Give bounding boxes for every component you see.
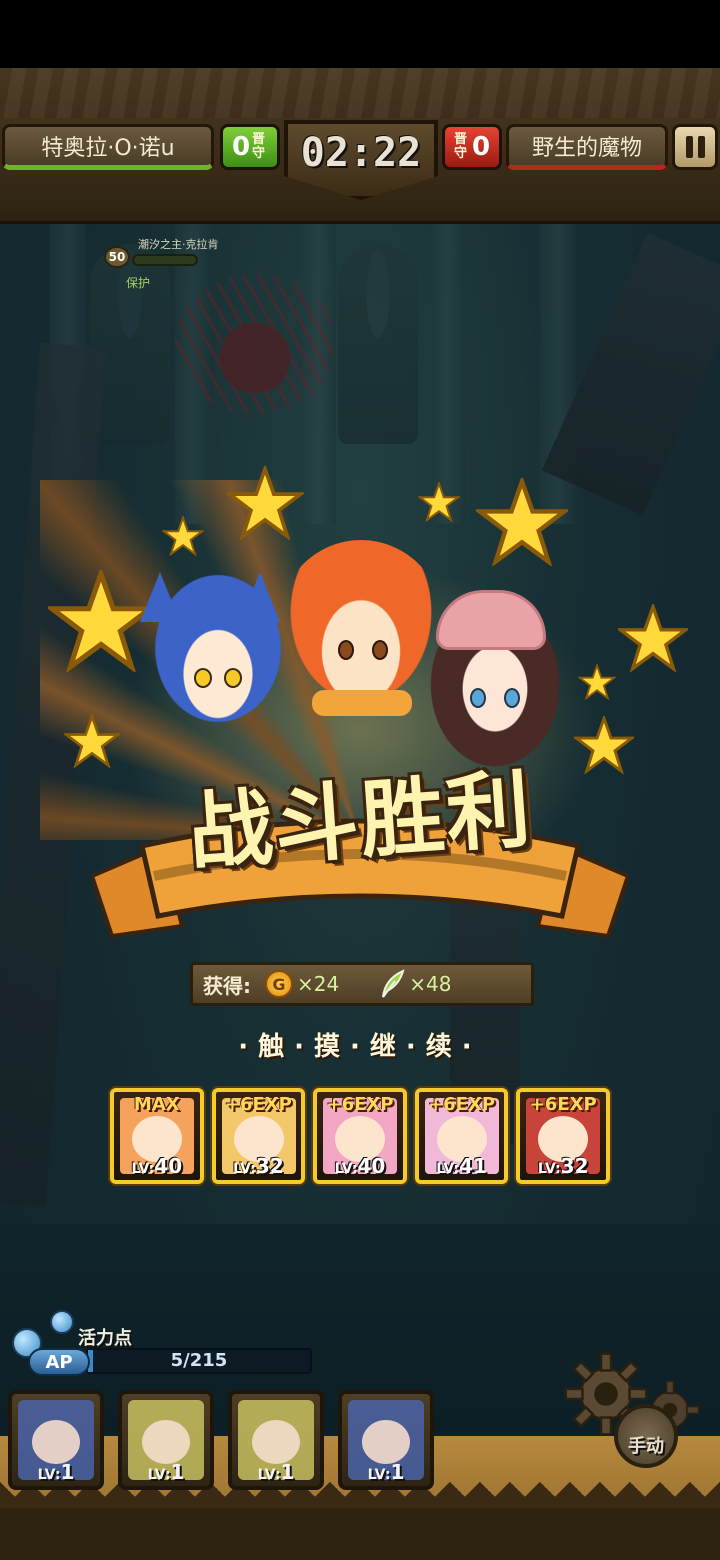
enemy-unit-level: 50 (104, 246, 130, 268)
reward-card: +6EXP LV:32 (516, 1088, 610, 1184)
party-slot[interactable]: LV:1 (118, 1390, 214, 1490)
cat-girl-character (138, 572, 298, 742)
card-level: LV:40 (334, 1154, 386, 1178)
party-level: LV:1 (147, 1460, 185, 1484)
player-name-plate: 特奥拉·O·诺u (2, 124, 214, 170)
feather-icon (379, 969, 405, 999)
card-level: LV:40 (131, 1154, 183, 1178)
reward-card: +6EXP LV:40 (313, 1088, 407, 1184)
reward-card: MAX LV:40 (110, 1088, 204, 1184)
reward-cards: MAX LV:40 +6EXP LV:32 +6EXP LV:40 +6EXP … (110, 1088, 610, 1184)
card-exp: +6EXP (224, 1094, 292, 1115)
star-icon (618, 604, 688, 672)
star-icon (226, 466, 304, 540)
gold-coin-icon: G (265, 970, 293, 998)
star-icon (162, 516, 204, 556)
feather-amount: ×48 (409, 972, 452, 996)
card-level: LV:32 (537, 1154, 589, 1178)
enemy-unit-hp-bar (132, 254, 198, 266)
card-exp: +6EXP (428, 1094, 496, 1115)
reward-card: +6EXP LV:32 (211, 1088, 306, 1184)
card-exp: +6EXP (529, 1094, 597, 1115)
ap-meter: 活力点 AP 5/215 (10, 1310, 320, 1380)
reward-bar: 获得: G ×24 ×48 (190, 962, 534, 1006)
card-exp: +6EXP (326, 1094, 394, 1115)
reward-label: 获得: (203, 973, 251, 998)
enemy-unit-tag: 保护 (126, 276, 151, 290)
star-icon (578, 664, 616, 700)
party-level: LV:1 (37, 1460, 75, 1484)
player-name: 特奥拉·O·诺u (41, 136, 175, 161)
player-score-badge: 0 晋守 (220, 124, 280, 170)
party-slot[interactable]: LV:1 (228, 1390, 324, 1490)
star-icon (476, 478, 568, 566)
player-score-label: 晋守 (252, 132, 266, 161)
enemy-score-badge: 0 晋守 (442, 124, 502, 170)
enemy-unit-name: 潮汐之主·克拉肯 (138, 238, 219, 251)
card-level: LV:41 (436, 1154, 487, 1178)
party-level: LV:1 (257, 1460, 295, 1484)
enemy-name-plate: 野生的魔物 (506, 124, 668, 170)
star-icon (64, 714, 120, 768)
party-slot[interactable]: LV:1 (338, 1390, 434, 1490)
touch-to-continue[interactable]: ·触·摸·继·续· (0, 1026, 720, 1063)
coin-amount: ×24 (297, 972, 340, 996)
enemy-score-label: 晋守 (453, 132, 467, 161)
battle-top-bar: 特奥拉·O·诺u 0 晋守 02:22 0 晋守 野生的魔物 (0, 68, 720, 224)
ap-value: 5/215 (170, 1350, 228, 1371)
manual-mode-button[interactable]: 手动 (614, 1404, 678, 1468)
player-score: 0 (231, 132, 251, 162)
ap-badge: AP (28, 1348, 90, 1376)
pause-icon[interactable] (672, 124, 718, 170)
ap-label: 活力点 (78, 1328, 132, 1349)
star-icon (418, 482, 460, 522)
battle-timer: 02:22 (300, 130, 422, 176)
enemy-score: 0 (471, 132, 491, 162)
party-level: LV:1 (367, 1460, 405, 1484)
bubble-icon (50, 1310, 74, 1334)
card-level: LV:32 (233, 1154, 284, 1178)
reward-card: +6EXP LV:41 (414, 1088, 509, 1184)
party-slot[interactable]: LV:1 (8, 1390, 104, 1490)
party-slots: LV:1 LV:1 LV:1 LV:1 (8, 1390, 434, 1490)
card-exp: MAX (133, 1094, 180, 1115)
enemy-name: 野生的魔物 (531, 136, 642, 161)
